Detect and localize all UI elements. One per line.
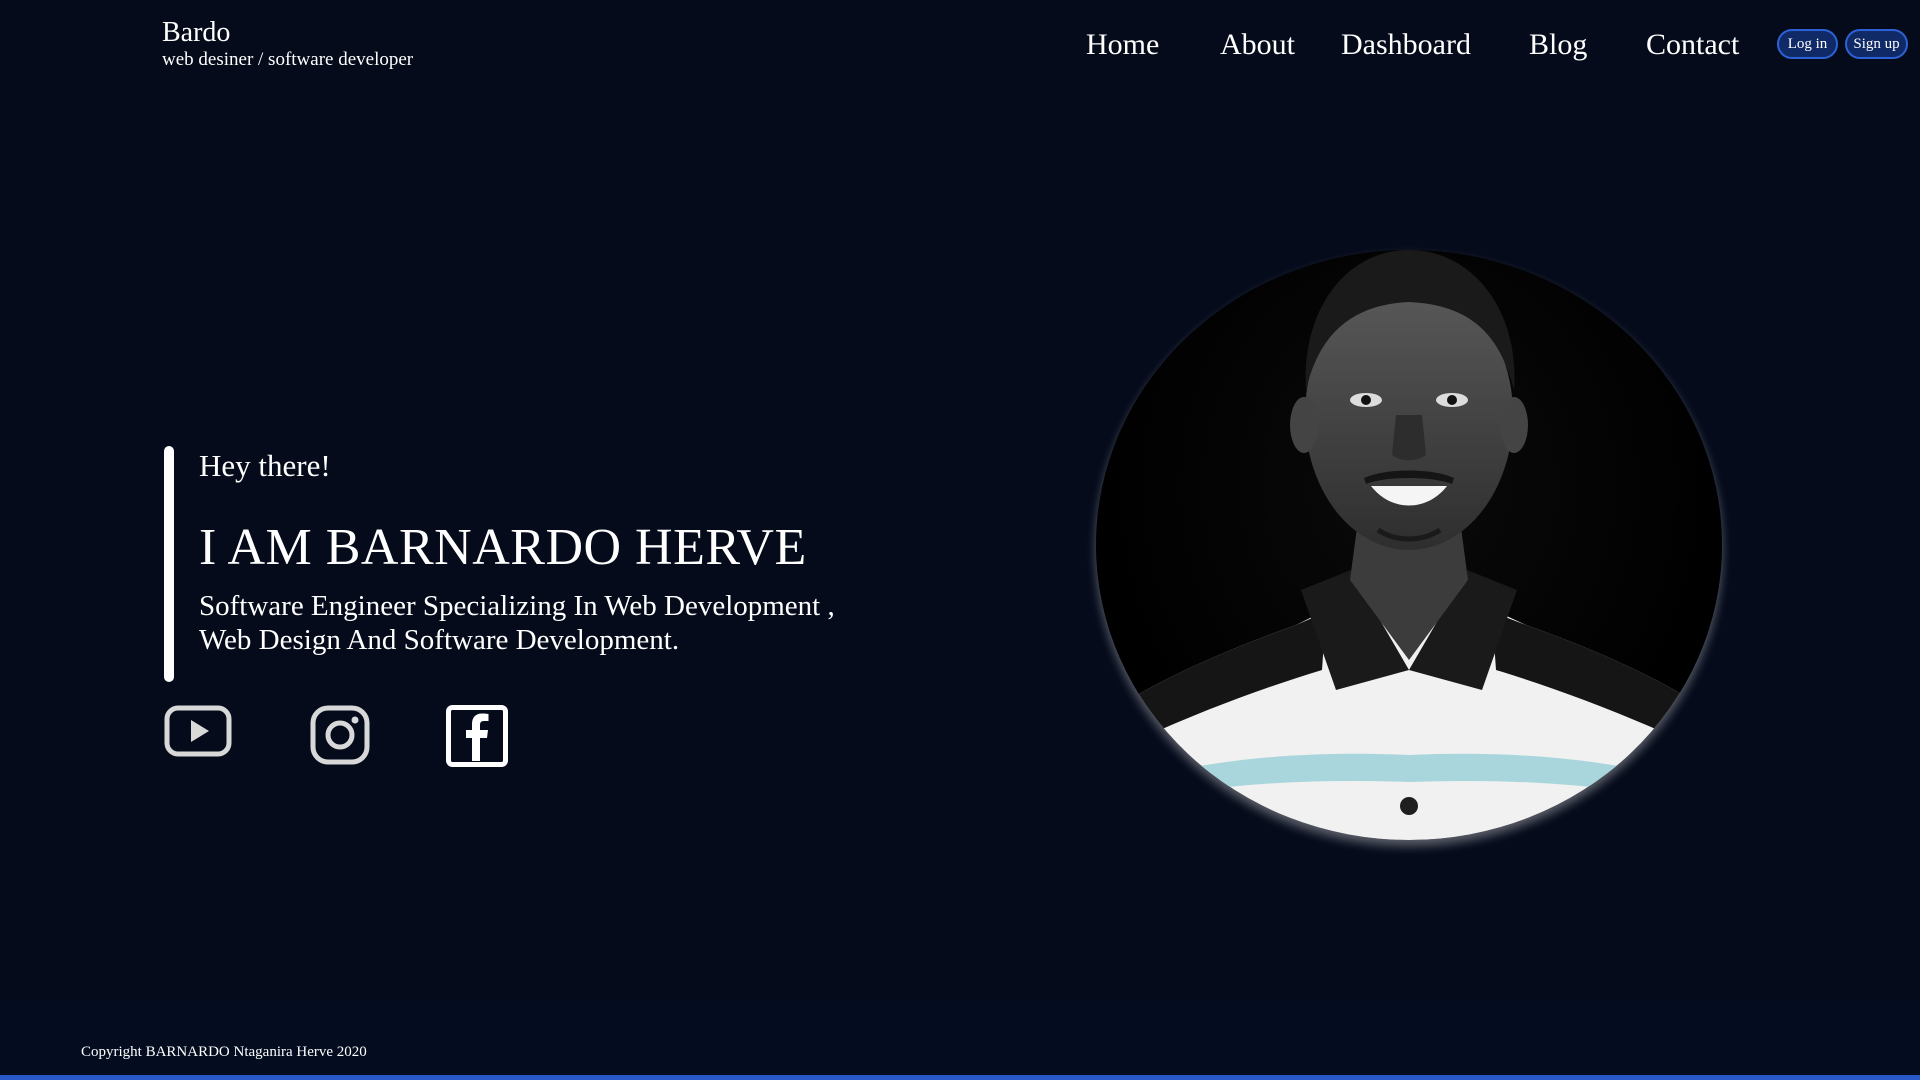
facebook-icon[interactable]: [446, 705, 508, 767]
brand[interactable]: Bardo web desiner / software developer: [162, 17, 413, 71]
nav-about[interactable]: About: [1220, 24, 1295, 66]
site-footer: Copyright BARNARDO Ntaganira Herve 2020: [0, 1000, 1920, 1080]
person-illustration: [1096, 250, 1722, 840]
nav-home[interactable]: Home: [1086, 24, 1159, 66]
profile-photo: [1096, 250, 1722, 840]
instagram-icon[interactable]: [310, 705, 370, 765]
login-button[interactable]: Log in: [1777, 29, 1838, 59]
brand-tagline: web desiner / software developer: [162, 49, 414, 70]
page: Bardo web desiner / software developer H…: [0, 0, 1920, 1080]
signup-button[interactable]: Sign up: [1845, 29, 1908, 59]
hero-title: I AM BARNARDO HERVE: [199, 519, 807, 576]
youtube-icon[interactable]: [164, 705, 232, 757]
copyright-text: Copyright BARNARDO Ntaganira Herve 2020: [81, 1044, 367, 1060]
footer-accent-line: [0, 1075, 1920, 1080]
nav-contact[interactable]: Contact: [1646, 24, 1739, 66]
hero-subtitle-line-2: Web Design And Software Development.: [199, 624, 680, 656]
nav-dashboard[interactable]: Dashboard: [1341, 24, 1471, 66]
brand-name[interactable]: Bardo: [162, 17, 413, 49]
hero-greeting: Hey there!: [199, 448, 331, 483]
hero-subtitle: Software Engineer Specializing In Web De…: [199, 589, 919, 657]
site-header: Bardo web desiner / software developer H…: [0, 0, 1920, 90]
nav-blog[interactable]: Blog: [1529, 24, 1587, 66]
hero-subtitle-line-1: Software Engineer Specializing In Web De…: [199, 590, 835, 622]
hero-accent-bar: [164, 446, 174, 682]
